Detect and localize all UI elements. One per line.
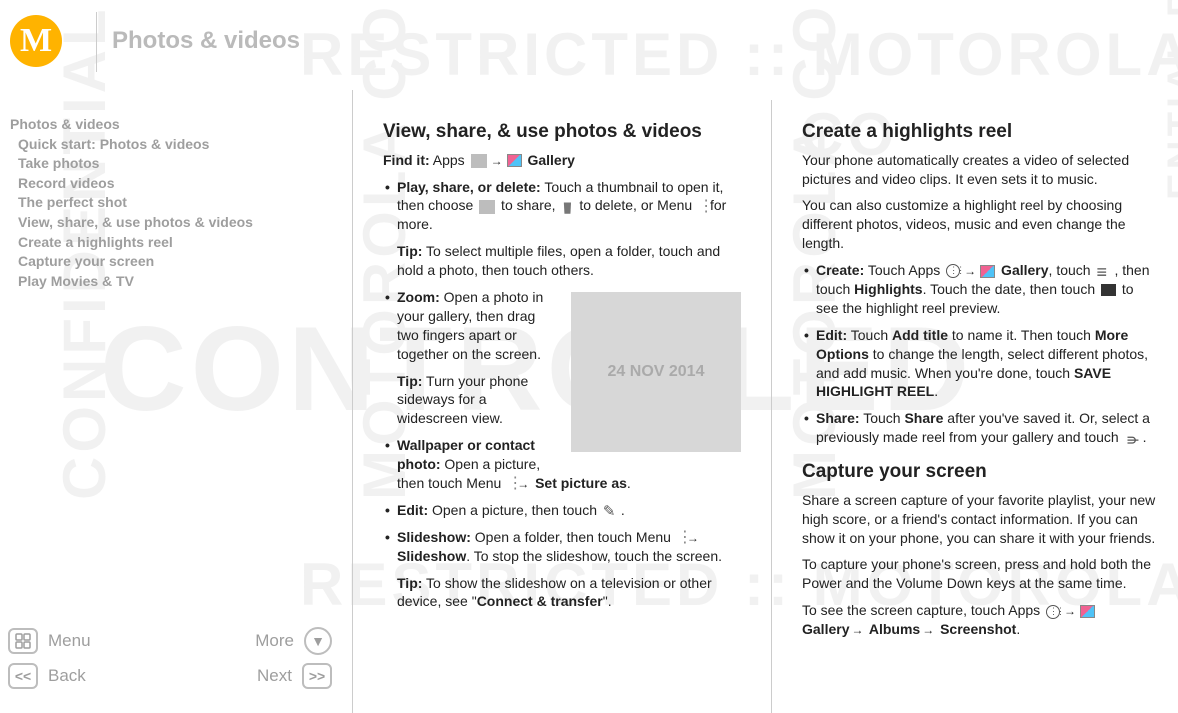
share-box-icon xyxy=(479,200,495,214)
paragraph: To capture your phone's screen, press an… xyxy=(802,555,1160,593)
menu-dots-icon xyxy=(507,477,513,491)
table-of-contents: Photos & videos Quick start: Photos & vi… xyxy=(10,115,330,291)
header: M Photos & videos xyxy=(0,0,1178,82)
paragraph: Share a screen capture of your favorite … xyxy=(802,491,1160,548)
apps-circle-icon xyxy=(946,264,960,278)
apps-circle-icon xyxy=(1046,605,1060,619)
toc-item[interactable]: Create a highlights reel xyxy=(10,233,330,253)
page-title: Photos & videos xyxy=(112,27,300,55)
section-heading: Capture your screen xyxy=(802,459,1160,485)
list-item: Wallpaper or contact photo: Open a pictu… xyxy=(383,436,741,493)
next-button-icon[interactable]: >> xyxy=(302,663,332,689)
menu-dots-icon xyxy=(698,200,704,214)
apps-icon xyxy=(471,154,487,168)
next-label[interactable]: Next xyxy=(257,666,292,686)
toc-item[interactable]: Photos & videos xyxy=(10,115,330,135)
toc-item[interactable]: Take photos xyxy=(10,154,330,174)
header-divider xyxy=(96,12,97,72)
toc-item[interactable]: Record videos xyxy=(10,174,330,194)
list-item: Slideshow: Open a folder, then touch Men… xyxy=(383,528,741,612)
menu-bars-icon xyxy=(1096,264,1112,278)
column-divider xyxy=(352,90,353,713)
list-item: Share: Touch Share after you've saved it… xyxy=(802,409,1160,447)
main-content: View, share, & use photos & videos Find … xyxy=(365,90,1178,713)
paragraph: To see the screen capture, touch Apps → … xyxy=(802,601,1160,639)
find-it-line: Find it: Apps → Gallery xyxy=(383,151,741,170)
trash-icon xyxy=(561,200,573,214)
back-label[interactable]: Back xyxy=(48,666,86,686)
gallery-icon xyxy=(507,154,522,167)
column-divider xyxy=(771,100,772,713)
sidebar: Photos & videos Quick start: Photos & vi… xyxy=(0,90,340,713)
footer-nav: Menu More ▼ << Back Next >> xyxy=(8,623,332,693)
toc-item[interactable]: View, share, & use photos & videos xyxy=(10,213,330,233)
gallery-icon xyxy=(980,265,995,278)
menu-label[interactable]: Menu xyxy=(48,631,91,651)
movie-icon xyxy=(1101,284,1116,296)
toc-item[interactable]: Capture your screen xyxy=(10,252,330,272)
toc-item[interactable]: The perfect shot xyxy=(10,193,330,213)
section-heading: Create a highlights reel xyxy=(802,119,1160,145)
share-icon xyxy=(1125,432,1141,446)
list-item: Edit: Touch Add title to name it. Then t… xyxy=(802,326,1160,402)
motorola-logo: M xyxy=(10,15,62,67)
paragraph: Your phone automatically creates a video… xyxy=(802,151,1160,189)
list-item: Play, share, or delete: Touch a thumbnai… xyxy=(383,178,741,280)
menu-dots-icon xyxy=(677,531,683,545)
section-heading: View, share, & use photos & videos xyxy=(383,119,741,145)
gallery-icon xyxy=(1080,605,1095,618)
list-item: Zoom: Open a photo in your gallery, then… xyxy=(383,288,741,428)
paragraph: You can also customize a highlight reel … xyxy=(802,196,1160,253)
more-label[interactable]: More xyxy=(255,631,294,651)
list-item: Create: Touch Apps → Gallery, touch , th… xyxy=(802,261,1160,318)
column-left: View, share, & use photos & videos Find … xyxy=(365,100,759,713)
edit-icon xyxy=(603,504,619,518)
toc-item[interactable]: Quick start: Photos & videos xyxy=(10,135,330,155)
menu-grid-icon[interactable] xyxy=(8,628,38,654)
toc-item[interactable]: Play Movies & TV xyxy=(10,272,330,292)
more-down-icon[interactable]: ▼ xyxy=(304,627,332,655)
back-button-icon[interactable]: << xyxy=(8,663,38,689)
list-item: Edit: Open a picture, then touch . xyxy=(383,501,741,520)
column-right: Create a highlights reel Your phone auto… xyxy=(784,100,1178,713)
